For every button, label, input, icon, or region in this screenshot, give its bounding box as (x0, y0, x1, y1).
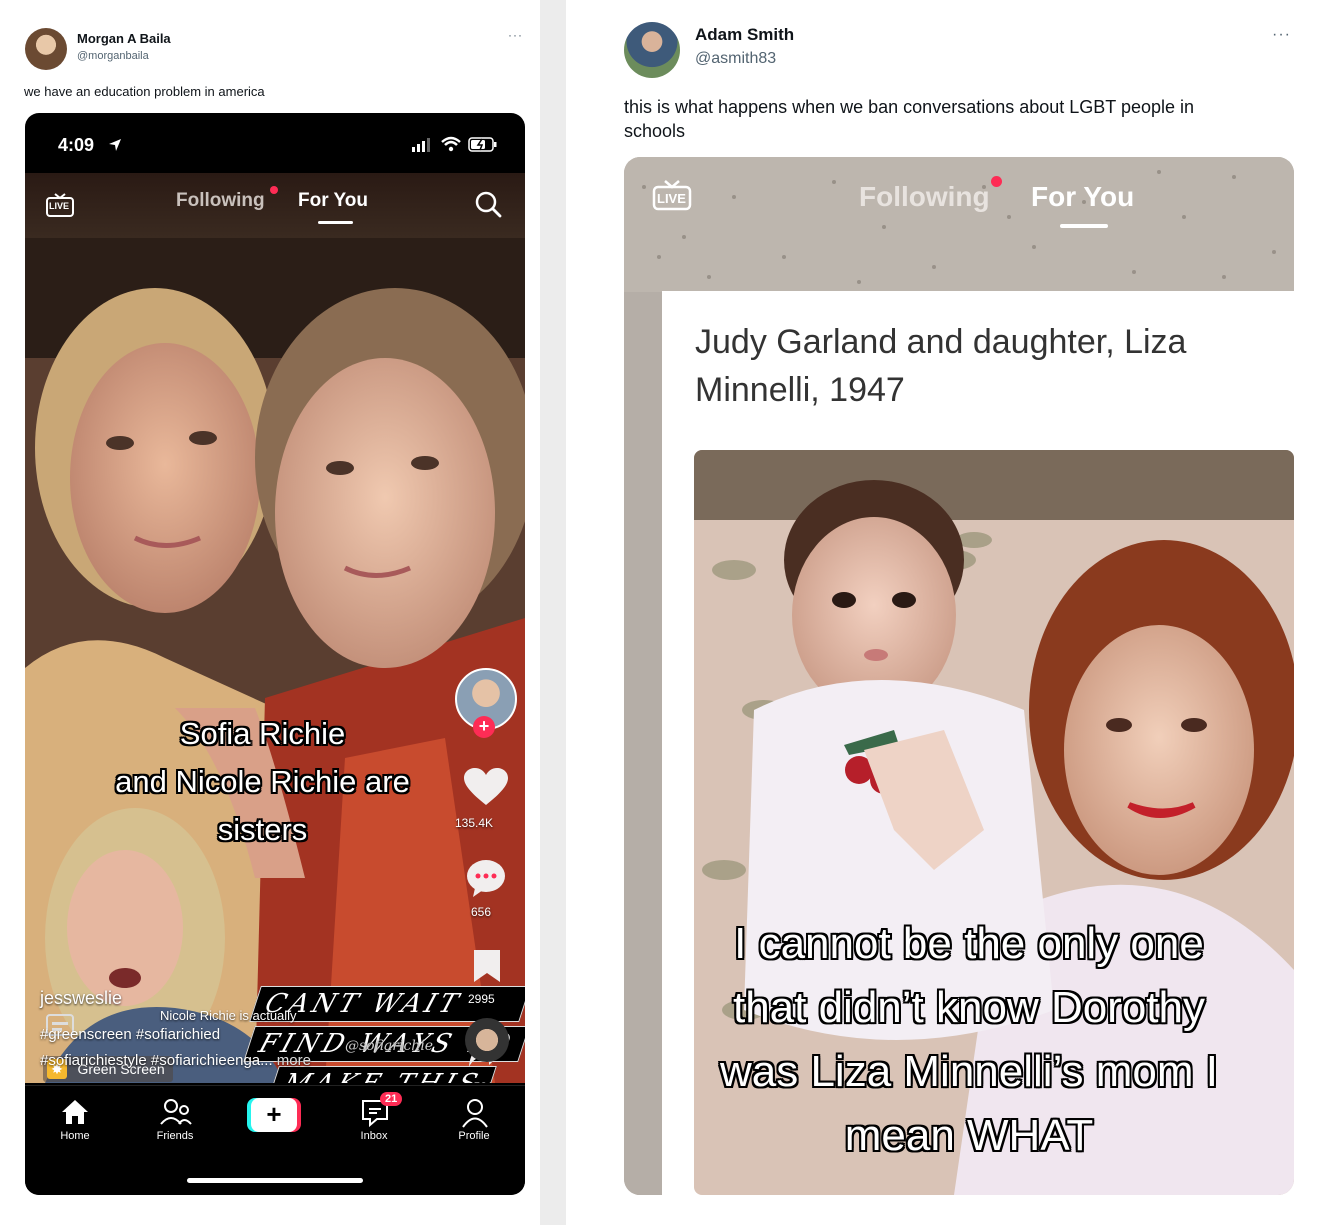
video-caption-line-4: mean WHAT (844, 1111, 1094, 1160)
follow-plus-button[interactable]: + (473, 716, 495, 738)
comment-icon[interactable] (465, 858, 507, 898)
live-label: LIVE (657, 191, 686, 206)
tab-underline (1060, 224, 1108, 228)
nav-home-label: Home (60, 1130, 90, 1142)
tweet-text-line-2: schools (624, 121, 686, 141)
video-caption-line-2: that didn’t know Dorothy (732, 983, 1206, 1032)
plus-icon: + (251, 1098, 297, 1132)
post-title-line-2: Minnelli, 1947 (695, 371, 905, 409)
author-avatar[interactable] (624, 22, 680, 78)
tab-underline (318, 221, 353, 224)
live-button[interactable]: LIVE (45, 193, 75, 217)
bottom-nav: Home Friends + 21 Inbox Profile (25, 1085, 525, 1195)
tiktok-screenshot: 4:09 LIVE Following For You Sofia Richie… (25, 113, 525, 1195)
tab-for-you[interactable]: For You (298, 190, 368, 212)
top-bar (25, 173, 525, 238)
battery-icon (468, 137, 497, 152)
author-avatar[interactable] (25, 28, 67, 70)
bookmark-icon[interactable] (472, 948, 502, 984)
video-caption-line-2: and Nicole Richie are (115, 764, 410, 799)
hashtags-line-2[interactable]: #sofiarichiestyle #sofiarichieenga... mo… (40, 1052, 311, 1069)
wifi-icon (441, 136, 461, 152)
live-label: LIVE (49, 201, 70, 211)
textured-ceiling-background (624, 157, 1294, 292)
inbox-badge: 21 (380, 1092, 403, 1106)
more-options-button[interactable]: ··· (1272, 26, 1291, 44)
overlay-small-text: Nicole Richie is actually (160, 1008, 297, 1023)
video-caption-line-1: Sofia Richie (179, 716, 346, 751)
hashtags-line-1[interactable]: #greenscreen #sofiarichied (40, 1026, 220, 1043)
video-photo-sisters (25, 238, 525, 1083)
heart-icon[interactable] (463, 767, 509, 807)
more-link[interactable]: more (277, 1052, 311, 1069)
friends-icon[interactable] (160, 1098, 192, 1126)
tweet-card-left[interactable]: Morgan A Baila @morganbaila ··· we have … (0, 0, 540, 1225)
tweet-text: we have an education problem in america (24, 84, 265, 99)
nav-profile-label: Profile (458, 1130, 490, 1142)
video-caption-line-3: was Liza Minnelli’s mom I (719, 1047, 1218, 1096)
notification-dot (270, 186, 278, 194)
profile-icon[interactable] (461, 1098, 489, 1128)
creator-username[interactable]: jessweslie (40, 988, 122, 1009)
tab-for-you[interactable]: For You (1031, 181, 1134, 213)
author-handle[interactable]: @morganbaila (77, 50, 149, 62)
tweet-card-right[interactable]: Adam Smith @asmith83 ··· this is what ha… (566, 0, 1321, 1225)
search-icon[interactable] (473, 189, 503, 219)
hashtags-line-2-text: #sofiarichiestyle #sofiarichieenga... (40, 1052, 273, 1069)
comments-count: 656 (471, 905, 492, 919)
author-handle[interactable]: @asmith83 (695, 50, 776, 68)
signal-icon (412, 138, 430, 152)
location-arrow-icon (109, 139, 121, 151)
tweet-text-line-1: this is what happens when we ban convers… (624, 97, 1195, 117)
post-title-line-1: Judy Garland and daughter, Liza (695, 323, 1187, 361)
music-disc[interactable] (465, 1018, 509, 1062)
likes-count: 135.4K (455, 816, 494, 830)
tab-following[interactable]: Following (176, 190, 265, 212)
status-time: 4:09 (58, 135, 95, 155)
video-caption-line-1: I cannot be the only one (734, 919, 1204, 968)
live-button[interactable]: LIVE (652, 179, 692, 211)
saves-count: 2995 (468, 992, 495, 1006)
overlay-watermark: @sofiarichie (345, 1038, 434, 1054)
shares-count: 2531 (467, 1080, 494, 1083)
home-icon[interactable] (60, 1098, 90, 1126)
nav-friends-label: Friends (156, 1130, 194, 1142)
more-options-button[interactable]: ··· (508, 28, 523, 42)
author-name[interactable]: Adam Smith (695, 25, 794, 45)
home-indicator (187, 1178, 363, 1183)
video-caption-line-3: sisters (217, 812, 308, 847)
nav-inbox-label: Inbox (360, 1130, 388, 1142)
tab-following[interactable]: Following (859, 181, 990, 213)
tiktok-screenshot: LIVE Following For You Judy Garland and … (624, 157, 1294, 1195)
author-name[interactable]: Morgan A Baila (77, 31, 171, 46)
create-button[interactable]: + (247, 1098, 301, 1132)
notification-dot (991, 176, 1002, 187)
video-frame[interactable]: Sofia Richie and Nicole Richie are siste… (25, 238, 525, 1083)
